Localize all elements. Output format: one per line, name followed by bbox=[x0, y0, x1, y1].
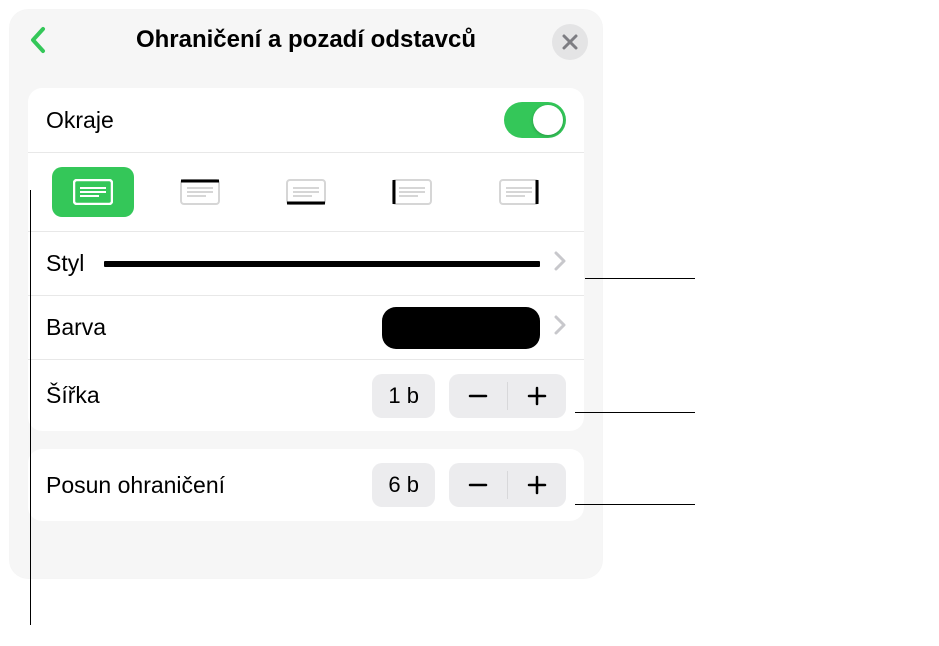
width-value: 1 b bbox=[372, 374, 435, 418]
offset-minus-button[interactable] bbox=[449, 463, 507, 507]
border-all-icon bbox=[73, 179, 113, 205]
border-bottom-button[interactable] bbox=[265, 167, 347, 217]
width-minus-button[interactable] bbox=[449, 374, 507, 418]
offset-plus-button[interactable] bbox=[508, 463, 566, 507]
chevron-right-icon bbox=[554, 251, 566, 276]
chevron-left-icon bbox=[29, 26, 47, 54]
border-left-icon bbox=[392, 179, 432, 205]
margins-toggle[interactable] bbox=[504, 102, 566, 138]
width-stepper bbox=[449, 374, 566, 418]
offset-row: Posun ohraničení 6 b bbox=[28, 449, 584, 521]
minus-icon bbox=[467, 385, 489, 407]
panel-header: Ohraničení a pozadí odstavců bbox=[10, 10, 602, 70]
main-section: Okraje bbox=[28, 88, 584, 431]
line-style-sample bbox=[104, 261, 540, 267]
border-all-button[interactable] bbox=[52, 167, 134, 217]
border-right-icon bbox=[499, 179, 539, 205]
close-button[interactable] bbox=[552, 24, 588, 60]
close-icon bbox=[562, 34, 578, 50]
border-bottom-icon bbox=[286, 179, 326, 205]
plus-icon bbox=[526, 385, 548, 407]
border-top-button[interactable] bbox=[159, 167, 241, 217]
minus-icon bbox=[467, 474, 489, 496]
color-swatch bbox=[382, 307, 540, 349]
border-top-icon bbox=[180, 179, 220, 205]
borders-panel: Ohraničení a pozadí odstavců Okraje bbox=[10, 10, 602, 578]
toggle-knob bbox=[533, 105, 563, 135]
width-plus-button[interactable] bbox=[508, 374, 566, 418]
offset-label: Posun ohraničení bbox=[46, 472, 225, 499]
color-label: Barva bbox=[46, 314, 106, 341]
border-left-button[interactable] bbox=[371, 167, 453, 217]
border-right-button[interactable] bbox=[478, 167, 560, 217]
width-row: Šířka 1 b bbox=[28, 359, 584, 431]
style-label: Styl bbox=[46, 250, 84, 277]
width-label: Šířka bbox=[46, 382, 100, 409]
chevron-right-icon bbox=[554, 315, 566, 340]
panel-title: Ohraničení a pozadí odstavců bbox=[10, 26, 602, 54]
margins-label: Okraje bbox=[46, 107, 114, 134]
offset-value: 6 b bbox=[372, 463, 435, 507]
margins-row: Okraje bbox=[28, 88, 584, 152]
style-row[interactable]: Styl bbox=[28, 231, 584, 295]
plus-icon bbox=[526, 474, 548, 496]
back-button[interactable] bbox=[24, 26, 52, 54]
border-side-picker bbox=[28, 152, 584, 231]
offset-stepper bbox=[449, 463, 566, 507]
color-row[interactable]: Barva bbox=[28, 295, 584, 359]
offset-section: Posun ohraničení 6 b bbox=[28, 449, 584, 521]
